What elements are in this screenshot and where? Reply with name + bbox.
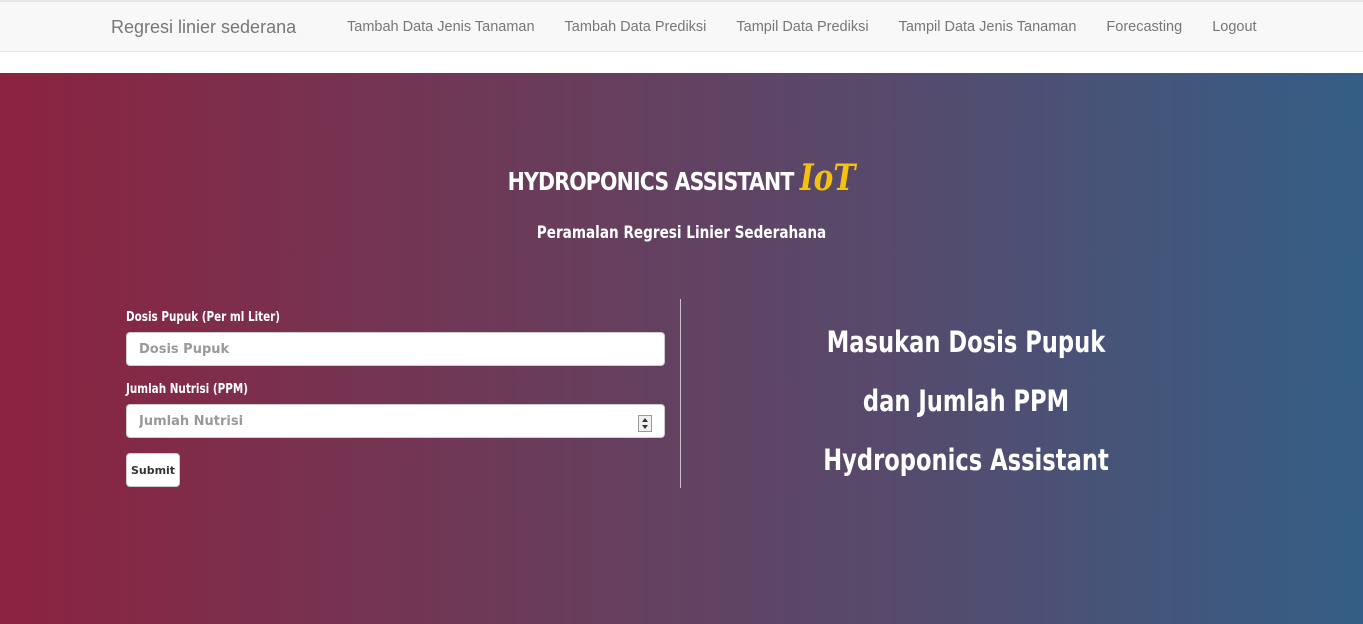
page-title-accent: IoT [799,157,856,199]
submit-button[interactable]: Submit [126,453,180,487]
dosis-pupuk-input[interactable] [126,332,665,366]
navbar: Regresi linier sederana Tambah Data Jeni… [0,0,1363,52]
nav-link-logout[interactable]: Logout [1197,19,1271,35]
dosis-pupuk-label: Dosis Pupuk (Per ml Liter) [126,310,281,325]
navbar-brand[interactable]: Regresi linier sederana [111,17,296,38]
nav-link-tampil-data-prediksi[interactable]: Tampil Data Prediksi [721,19,883,35]
nav-link-forecasting[interactable]: Forecasting [1091,19,1197,35]
nav-links: Tambah Data Jenis Tanaman Tambah Data Pr… [332,2,1272,52]
nav-link-tambah-data-jenis-tanaman[interactable]: Tambah Data Jenis Tanaman [332,19,550,35]
info-line-1: Masukan Dosis Pupuk [826,325,1106,359]
spinner-up-icon[interactable] [642,417,648,422]
hero-section: HYDROPONICS ASSISTANT IoT Peramalan Regr… [0,73,1363,624]
nav-link-tampil-data-jenis-tanaman[interactable]: Tampil Data Jenis Tanaman [884,19,1092,35]
spinner-down-icon[interactable] [642,425,648,430]
page-title: HYDROPONICS ASSISTANT IoT [123,157,1241,199]
vertical-divider [680,299,681,488]
info-line-3: Hydroponics Assistant [823,443,1109,477]
jumlah-nutrisi-label: Jumlah Nutrisi (PPM) [126,382,248,397]
page-subtitle: Peramalan Regresi Linier Sederahana [536,223,827,243]
info-line-2: dan Jumlah PPM [862,384,1070,418]
jumlah-nutrisi-wrapper [126,404,665,438]
number-spinner[interactable] [638,415,652,432]
nav-link-tambah-data-prediksi[interactable]: Tambah Data Prediksi [550,19,722,35]
jumlah-nutrisi-input[interactable] [126,404,665,438]
prediction-form: Dosis Pupuk (Per ml Liter) Jumlah Nutris… [126,308,665,487]
page-title-text: HYDROPONICS ASSISTANT [507,167,795,196]
info-panel: Masukan Dosis Pupuk dan Jumlah PPM Hydro… [696,313,1236,490]
